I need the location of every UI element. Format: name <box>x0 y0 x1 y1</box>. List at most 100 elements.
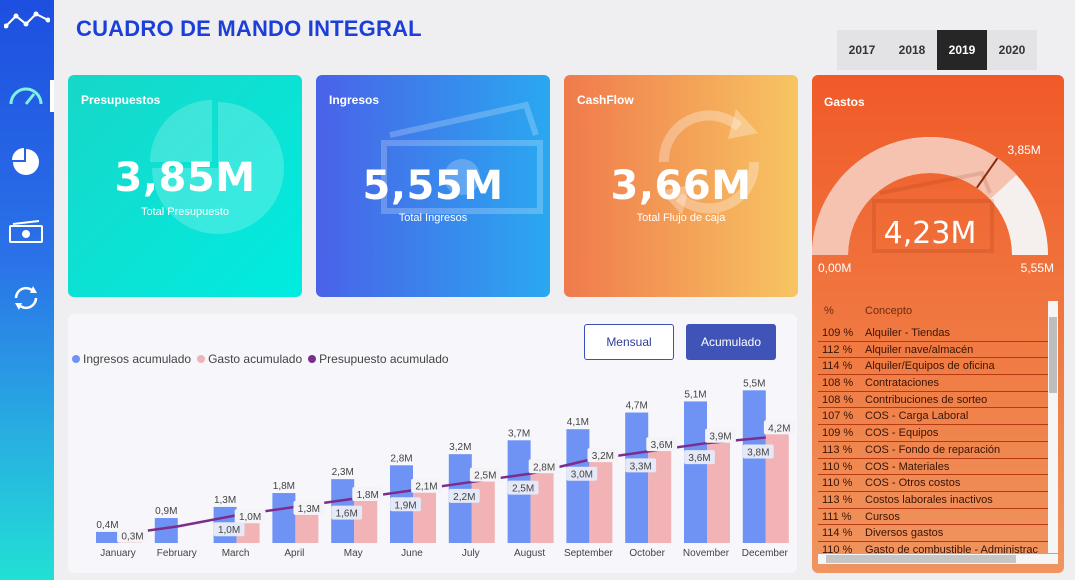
data-label-ingresos: 1,3M <box>214 495 236 506</box>
x-tick-label: February <box>157 548 197 559</box>
table-row[interactable]: 110 % COS - Otros costos <box>818 475 1048 492</box>
x-tick-label: August <box>514 548 545 559</box>
bar-gasto <box>648 443 672 543</box>
x-tick-label: December <box>742 548 789 559</box>
data-label-presupuesto: 3,0M <box>571 470 593 481</box>
year-2018-button[interactable]: 2018 <box>887 30 937 70</box>
data-label-gasto: 1,3M <box>298 504 320 515</box>
data-label-ingresos: 1,8M <box>273 481 295 492</box>
data-label-presupuesto: 2,2M <box>453 492 475 503</box>
row-pct: 109 % <box>822 327 854 339</box>
nav-line-chart-icon[interactable] <box>4 0 50 40</box>
x-tick-label: October <box>629 548 665 559</box>
year-2017-button[interactable]: 2017 <box>837 30 887 70</box>
data-label-presupuesto: 3,3M <box>630 461 652 472</box>
data-label-ingresos: 3,7M <box>508 428 530 439</box>
data-label-presupuesto: 1,6M <box>336 509 358 520</box>
nav-gauge[interactable] <box>6 76 46 116</box>
gastos-table[interactable]: % Concepto 109 % Alquiler - Tiendas 112 % A… <box>818 301 1058 567</box>
bar-ingresos <box>684 401 707 543</box>
row-concept: COS - Carga Laboral <box>865 410 969 423</box>
x-tick-label: November <box>683 548 730 559</box>
data-label-gasto: 0,3M <box>121 532 143 543</box>
table-body: 109 % Alquiler - Tiendas 112 % Alquiler nav… <box>818 325 1048 561</box>
data-label-presupuesto: 2,5M <box>512 484 534 495</box>
scrollbar-thumb[interactable] <box>826 555 1016 563</box>
table-row[interactable]: 110 % COS - Materiales <box>818 459 1048 476</box>
row-pct: 114 % <box>822 360 853 373</box>
data-label-gasto: 3,9M <box>709 432 731 443</box>
row-concept: COS - Otros costos <box>865 477 961 490</box>
ingresos-card[interactable]: Ingresos 5,55M Total Ingresos <box>316 75 550 297</box>
bar-gasto <box>471 473 495 543</box>
data-label-ingresos: 0,9M <box>155 506 177 517</box>
nav-pie-chart[interactable] <box>6 142 46 182</box>
cashflow-card[interactable]: CashFlow 3,66M Total Flujo de caja <box>564 75 798 297</box>
x-tick-label: January <box>100 548 136 559</box>
bar-gasto <box>530 465 554 543</box>
table-row[interactable]: 113 % Costos laborales inactivos <box>818 492 1048 509</box>
table-row[interactable]: 114 % Alquiler/Equipos de oficina <box>818 358 1048 376</box>
data-label-ingresos: 5,1M <box>684 389 706 400</box>
header-concepto[interactable]: Concepto <box>865 305 912 317</box>
data-label-presupuesto: 3,6M <box>688 453 710 464</box>
table-row[interactable]: 111 % Cursos <box>818 509 1048 526</box>
nav-money[interactable] <box>6 212 46 252</box>
year-2019-button[interactable]: 2019 <box>937 30 987 70</box>
nav-refresh[interactable] <box>6 278 46 318</box>
table-row[interactable]: 112 % Alquiler nave/almacén <box>818 342 1048 359</box>
data-label-ingresos: 4,7M <box>626 401 648 412</box>
table-row[interactable]: 107 % COS - Carga Laboral <box>818 408 1048 426</box>
pie-chart-icon <box>12 148 39 175</box>
table-row[interactable]: 109 % Alquiler - Tiendas <box>818 325 1048 342</box>
table-row[interactable]: 109 % COS - Equipos <box>818 425 1048 442</box>
row-concept: Contrataciones <box>865 377 939 390</box>
row-pct: 110 % <box>822 460 853 473</box>
sidebar <box>0 0 54 580</box>
bar-ingresos <box>154 518 178 543</box>
row-pct: 108 % <box>822 393 854 406</box>
row-concept: Costos laborales inactivos <box>865 493 993 506</box>
row-pct: 111 % <box>822 510 852 523</box>
row-pct: 112 % <box>822 343 853 356</box>
scrollbar-thumb[interactable] <box>1049 317 1057 393</box>
bar-ingresos <box>96 531 119 543</box>
gastos-value: 4,23M <box>884 216 977 251</box>
data-label-presupuesto: 1,9M <box>394 500 416 511</box>
data-label-gasto: 1,8M <box>357 490 379 501</box>
row-concept: Alquiler/Equipos de oficina <box>865 360 995 373</box>
x-tick-label: June <box>401 548 423 559</box>
row-pct: 109 % <box>822 427 854 440</box>
cashflow-value: 3,66M <box>610 163 752 209</box>
row-concept: Cursos <box>865 510 900 523</box>
vertical-scrollbar[interactable] <box>1048 301 1058 553</box>
horizontal-scrollbar[interactable] <box>818 554 1058 564</box>
active-indicator <box>50 80 54 112</box>
row-pct: 107 % <box>822 410 854 423</box>
table-row[interactable]: 108 % Contribuciones de sorteo <box>818 392 1048 409</box>
row-pct: 113 % <box>822 493 853 506</box>
x-tick-label: July <box>462 548 480 559</box>
year-slicer: 2017 2018 2019 2020 <box>837 30 1037 70</box>
gauge-target-label: 3,85M <box>1007 143 1040 157</box>
card-title: CashFlow <box>577 93 634 107</box>
gauge-max-label: 5,55M <box>1021 261 1054 275</box>
bar-ingresos <box>625 412 649 543</box>
table-row[interactable]: 108 % Contrataciones <box>818 375 1048 392</box>
data-label-gasto: 2,5M <box>474 471 496 482</box>
presupuestos-card[interactable]: Presupuestos 3,85M Total Presupuesto <box>68 75 302 297</box>
table-row[interactable]: 114 % Diversos gastos <box>818 525 1048 542</box>
row-concept: COS - Fondo de reparación <box>865 443 1001 456</box>
row-pct: 110 % <box>822 477 853 490</box>
row-concept: Diversos gastos <box>865 527 944 540</box>
header-pct[interactable]: % <box>824 305 834 317</box>
cumulative-chart: January February March April May June July Augu… <box>96 378 795 559</box>
data-label-ingresos: 2,8M <box>390 453 412 464</box>
bar-gasto <box>765 426 789 543</box>
ingresos-subtitle: Total Ingresos <box>398 212 468 224</box>
year-2020-button[interactable]: 2020 <box>987 30 1037 70</box>
gastos-card[interactable]: Gastos 4,23M 0,00M 5,55M 3,85M % Concepto 1… <box>812 75 1064 573</box>
x-tick-label: May <box>344 548 363 559</box>
table-row[interactable]: 113 % COS - Fondo de reparación <box>818 442 1048 459</box>
x-tick-label: March <box>222 548 250 559</box>
